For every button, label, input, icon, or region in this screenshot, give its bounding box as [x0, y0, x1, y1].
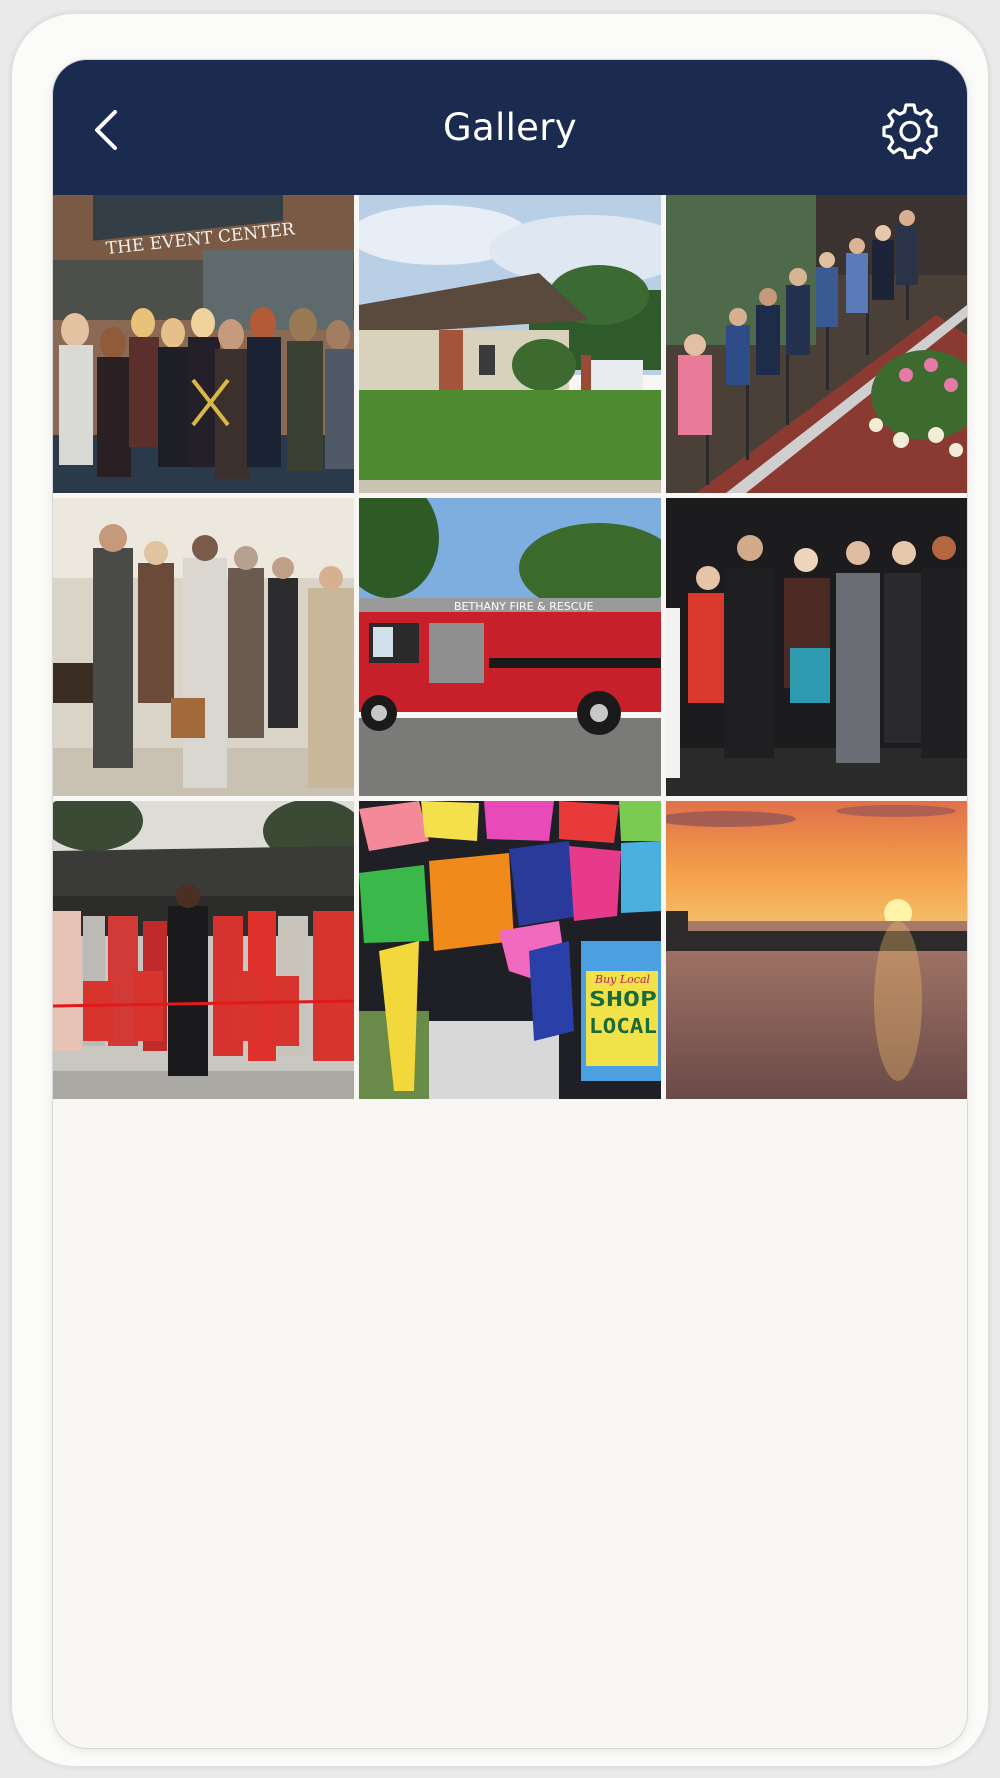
gallery-photo-shop-local[interactable]: SHOP LOCAL Buy Local — [359, 801, 661, 1099]
svg-text:LOCAL: LOCAL — [589, 1014, 657, 1038]
settings-button[interactable] — [879, 100, 941, 162]
gallery-photo-outdoor-ribbon-cutting[interactable] — [53, 801, 354, 1099]
photo-grid: THE EVENT CENTER BETHANY FIRE & RESCUE S… — [53, 195, 967, 1099]
app-screen: Gallery THE EVENT CENTER BETHANY FIRE & … — [53, 60, 967, 1748]
fire-truck-sign-text: BETHANY FIRE & RESCUE — [454, 600, 593, 613]
gallery-photo-sunset[interactable] — [666, 801, 967, 1099]
gallery-photo-event-center[interactable]: THE EVENT CENTER — [53, 195, 354, 493]
phone-frame: Gallery THE EVENT CENTER BETHANY FIRE & … — [10, 12, 990, 1768]
gallery-photo-formal-group[interactable] — [666, 498, 967, 796]
app-header: Gallery — [53, 60, 967, 195]
page-title: Gallery — [443, 106, 577, 149]
back-button[interactable] — [81, 102, 137, 158]
gallery-photo-staircase-group[interactable] — [666, 195, 967, 493]
svg-text:Buy Local: Buy Local — [594, 973, 651, 986]
gallery-photo-fire-truck[interactable]: BETHANY FIRE & RESCUE — [359, 498, 661, 796]
gallery-photo-reception[interactable] — [53, 498, 354, 796]
gallery-photo-office-building[interactable] — [359, 195, 661, 493]
gear-icon — [882, 103, 938, 160]
shop-local-sign-text: SHOP — [589, 987, 657, 1011]
chevron-left-icon — [95, 110, 117, 150]
